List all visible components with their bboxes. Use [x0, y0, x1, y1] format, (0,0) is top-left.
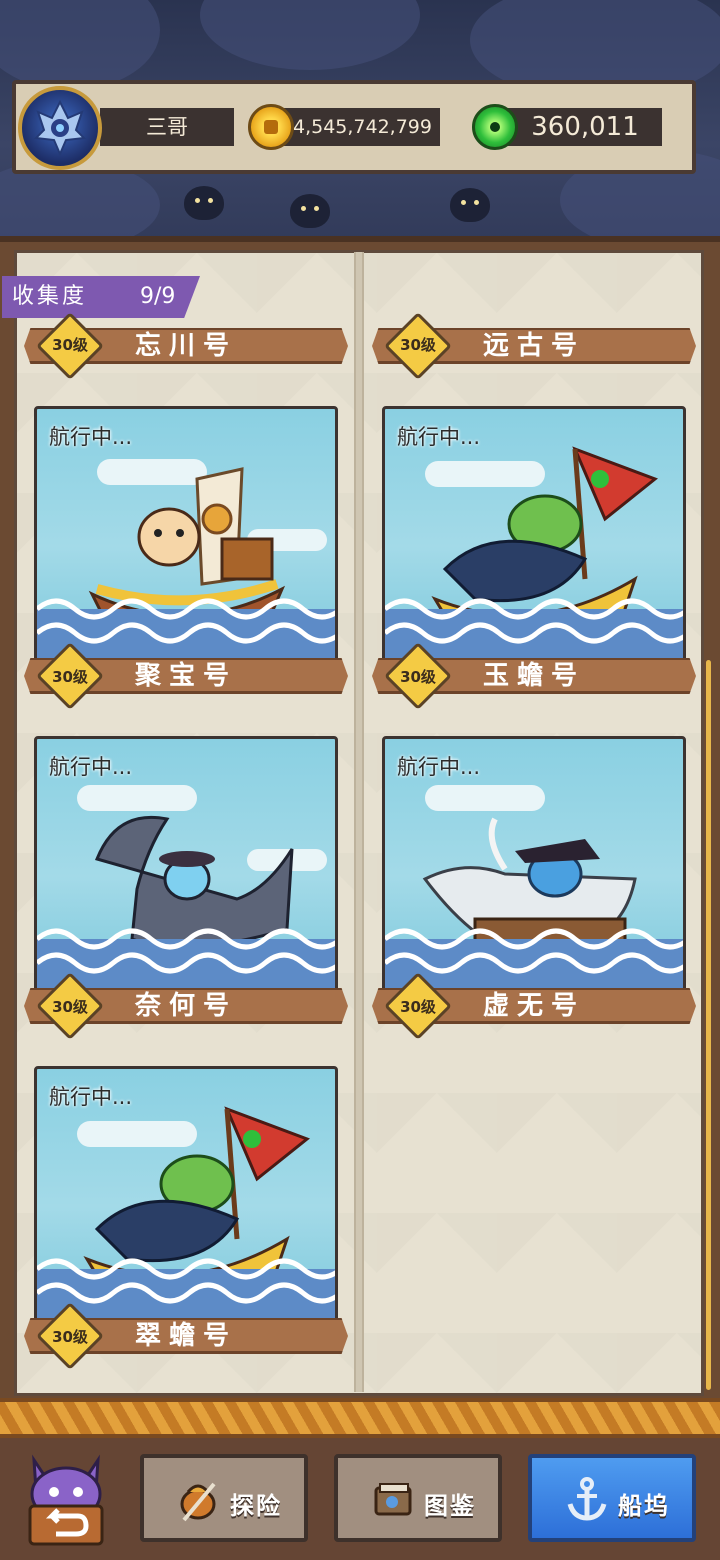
sailing-status: 航行中... [49, 425, 133, 449]
ship-level: 30级 [400, 336, 436, 354]
ship-card-xuwu[interactable]: 航行中... 虚无号 30级 [372, 736, 696, 1040]
ship-art: 航行中... [34, 406, 338, 662]
sailing-status: 航行中... [397, 425, 481, 449]
ship-art: 航行中... [382, 736, 686, 992]
ship-level: 30级 [52, 336, 88, 354]
nav-catalog-button[interactable]: 图鉴 [334, 1454, 502, 1542]
waves-decoration [385, 598, 683, 659]
ship-card-jubao[interactable]: 航行中... 聚宝号 30级 [24, 406, 348, 710]
crest-icon [33, 99, 87, 157]
shadow-critter-icon [290, 194, 330, 228]
nav-explore-button[interactable]: 探险 [140, 1454, 308, 1542]
nav-catalog-label: 图鉴 [424, 1492, 476, 1520]
ship-level: 30级 [400, 668, 436, 686]
waves-decoration [37, 1258, 335, 1319]
shadow-critter-icon [184, 186, 224, 220]
ship-card-naihe[interactable]: 航行中... 奈何号 30级 [24, 736, 348, 1040]
column-divider [354, 252, 364, 1392]
waves-decoration [385, 928, 683, 989]
nav-dock-button[interactable]: 船坞 [528, 1454, 696, 1542]
jade-gem-icon [472, 104, 518, 150]
player-name: 三哥 [100, 108, 234, 146]
collection-label: 收集度 [12, 284, 88, 309]
ship-level: 30级 [52, 668, 88, 686]
ship-card-wangchuan[interactable]: 忘川号 30级 [24, 312, 348, 380]
waves-decoration [37, 928, 335, 989]
gold-coin-icon [248, 104, 294, 150]
nav-explore-label: 探险 [230, 1492, 282, 1520]
gem-amount: 360,011 [496, 108, 662, 146]
sailing-status: 航行中... [49, 755, 133, 779]
sailing-status: 航行中... [49, 1085, 133, 1109]
ship-card-yuangu[interactable]: 远古号 30级 [372, 312, 696, 380]
ship-card-yuchan[interactable]: 航行中... 玉蟾号 30级 [372, 406, 696, 710]
back-button[interactable] [20, 1450, 112, 1550]
ship-art: 航行中... [34, 736, 338, 992]
ship-level: 30级 [52, 1328, 88, 1346]
ship-level: 30级 [400, 998, 436, 1016]
ship-card-cuichan[interactable]: 航行中... 翠蟾号 30级 [24, 1066, 348, 1370]
ship-art: 航行中... [382, 406, 686, 662]
demon-back-arrow-icon [28, 1454, 104, 1546]
ship-level: 30级 [52, 998, 88, 1016]
rope-divider [0, 1398, 720, 1438]
shadow-critter-icon [450, 188, 490, 222]
nav-dock-label: 船坞 [618, 1492, 670, 1520]
catalog-book-icon [374, 1483, 412, 1516]
player-avatar[interactable] [18, 86, 102, 170]
waves-decoration [37, 598, 335, 659]
collection-progress-tab: 收集度 9/9 [2, 276, 200, 318]
collection-value: 9/9 [140, 284, 176, 309]
gold-amount: 4,545,742,799 [272, 108, 440, 146]
scrollbar[interactable] [706, 660, 711, 1390]
explore-bag-icon [180, 1482, 216, 1522]
anchor-icon [567, 1477, 607, 1521]
sailing-status: 航行中... [397, 755, 481, 779]
ship-art: 航行中... [34, 1066, 338, 1322]
